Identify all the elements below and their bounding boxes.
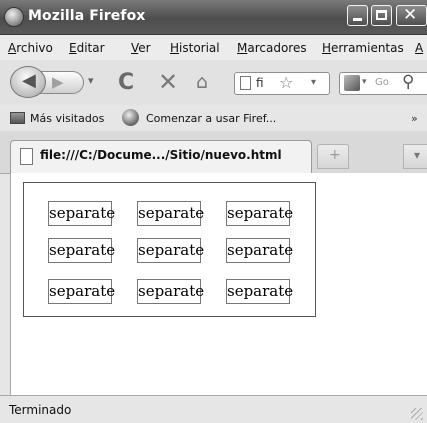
folder-icon xyxy=(10,112,25,124)
status-text: Terminado xyxy=(9,403,72,417)
tab-nuevo-html[interactable]: file:///C:/Docume.../Sitio/nuevo.html xyxy=(10,140,312,173)
menu-archivo[interactable]: Archivo xyxy=(8,41,53,55)
page-icon xyxy=(20,148,33,165)
plus-icon: + xyxy=(329,147,341,163)
table-cell: separate xyxy=(48,279,115,304)
status-bar: Terminado xyxy=(0,395,427,423)
back-arrow-icon: ◀ xyxy=(22,70,36,91)
table-container: separate separate separate separate sepa… xyxy=(23,182,316,317)
close-icon: ✕ xyxy=(403,5,418,25)
window-title: Mozilla Firefox xyxy=(28,8,146,24)
table-cell: separate xyxy=(137,201,204,226)
table-cell: separate xyxy=(48,201,115,226)
resize-grip-icon[interactable] xyxy=(411,408,423,420)
stop-icon[interactable]: ✕ xyxy=(158,68,178,96)
search-icon[interactable]: ⚲ xyxy=(402,72,414,92)
menu-editar[interactable]: Editar xyxy=(69,41,105,55)
search-bar[interactable]: ▾ Go ⚲ xyxy=(339,72,427,95)
firefox-logo-icon xyxy=(4,7,24,27)
maximize-button[interactable] xyxy=(371,5,392,26)
table-cell: separate xyxy=(137,279,204,304)
table-cell: separate xyxy=(137,238,204,263)
title-bar: Mozilla Firefox ✕ xyxy=(0,0,427,35)
chevron-down-icon: ▾ xyxy=(414,148,421,162)
minimize-icon xyxy=(353,18,362,21)
home-icon[interactable]: ⌂ xyxy=(196,71,208,93)
tab-list-button[interactable]: ▾ xyxy=(403,144,427,169)
firefox-icon xyxy=(122,109,139,126)
maximize-icon xyxy=(376,10,387,20)
menu-bar: Archivo Editar Ver Historial Marcadores … xyxy=(0,35,427,60)
history-dropdown-icon[interactable]: ▾ xyxy=(88,74,94,87)
address-text: fi xyxy=(256,76,264,90)
search-engine-dropdown-icon[interactable]: ▾ xyxy=(362,77,367,87)
search-placeholder: Go xyxy=(375,77,389,88)
bookmark-star-icon[interactable]: ☆ xyxy=(279,73,293,92)
table-cell: separate xyxy=(226,201,293,226)
navigation-toolbar: ▶ ◀ ▾ C ✕ ⌂ fi ☆ ▾ ▾ Go ⚲ xyxy=(0,60,427,105)
bookmark-mas-visitados[interactable]: Más visitados xyxy=(30,112,104,125)
minimize-button[interactable] xyxy=(347,5,368,26)
bookmarks-toolbar: Más visitados Comenzar a usar Firef... » xyxy=(0,106,427,131)
search-engine-icon[interactable] xyxy=(344,75,360,91)
menu-herramientas[interactable]: Herramientas xyxy=(322,41,404,55)
tab-label: file:///C:/Docume.../Sitio/nuevo.html xyxy=(40,148,282,162)
url-dropdown-icon[interactable]: ▾ xyxy=(311,77,316,88)
reload-icon[interactable]: C xyxy=(118,70,134,95)
tab-strip: file:///C:/Docume.../Sitio/nuevo.html + … xyxy=(0,131,427,174)
menu-marcadores[interactable]: Marcadores xyxy=(237,41,307,55)
menu-historial[interactable]: Historial xyxy=(170,41,220,55)
table-cell: separate xyxy=(48,238,115,263)
bookmarks-overflow-button[interactable]: » xyxy=(411,112,418,125)
table-cell: separate xyxy=(226,279,293,304)
page-icon xyxy=(240,76,251,90)
page-content: separate separate separate separate sepa… xyxy=(10,173,427,395)
back-button[interactable]: ◀ xyxy=(10,66,46,98)
new-tab-button[interactable]: + xyxy=(317,144,349,169)
menu-ayuda[interactable]: A xyxy=(415,41,423,55)
address-bar[interactable]: fi ☆ ▾ xyxy=(234,72,330,95)
browser-window: Mozilla Firefox ✕ Archivo Editar Ver His… xyxy=(0,0,427,423)
table-cell: separate xyxy=(226,238,293,263)
forward-arrow-icon: ▶ xyxy=(52,73,64,91)
close-button[interactable]: ✕ xyxy=(396,5,427,26)
bookmark-comenzar[interactable]: Comenzar a usar Firef... xyxy=(146,112,276,125)
menu-ver[interactable]: Ver xyxy=(131,41,151,55)
forward-button[interactable]: ▶ xyxy=(40,71,84,94)
